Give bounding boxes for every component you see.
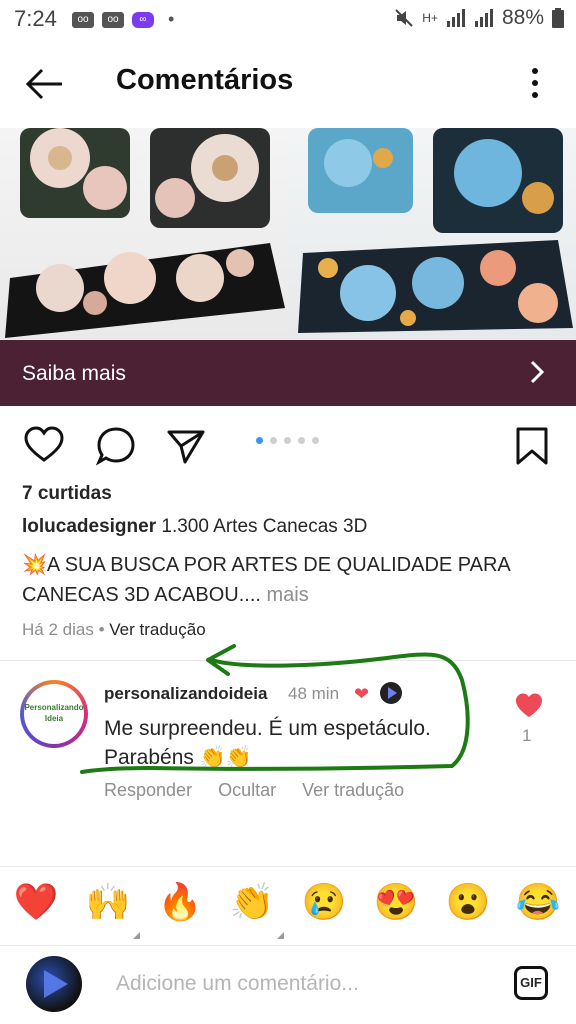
emoji-heart[interactable]: ❤️ (12, 881, 60, 929)
quick-emoji-bar: ❤️ 🙌 🔥 👏 😢 😍 😮 😂 (0, 867, 576, 945)
comment-text: Me surpreendeu. É um espetáculo. Parabén… (104, 717, 431, 769)
post-meta: Há 2 dias • Ver tradução (22, 620, 206, 640)
more-notifications-icon: • (168, 9, 175, 29)
carousel-indicator (256, 437, 319, 444)
carousel-dot (256, 437, 263, 444)
like-heart-icon[interactable] (24, 426, 64, 466)
emoji-heart-eyes[interactable]: 😍 (372, 881, 420, 929)
post-username[interactable]: lolucadesigner (22, 516, 156, 537)
app-notification-icon: ∞ (132, 11, 154, 28)
caption-title: 1.300 Artes Canecas 3D (156, 516, 368, 537)
emoji-raised-hands[interactable]: 🙌 (84, 881, 140, 939)
emoji-crying[interactable]: 😢 (300, 881, 348, 929)
mug-design-image-rose (0, 128, 288, 340)
learn-more-label: Saiba mais (22, 362, 126, 385)
comment-time: 48 min (288, 684, 340, 703)
comment-composer: Adicione um comentário... GIF (0, 946, 576, 1024)
emoji-fire[interactable]: 🔥 (156, 881, 204, 929)
save-bookmark-icon[interactable] (512, 426, 552, 466)
app-bar: Comentários (0, 40, 576, 126)
status-left-icons: oo oo ∞ • (72, 9, 174, 30)
gif-button[interactable]: GIF (514, 966, 548, 1000)
caption-more-link[interactable]: mais (261, 584, 309, 606)
page-title: Comentários (116, 64, 294, 96)
signal-icon (446, 9, 465, 27)
battery-icon (552, 8, 564, 28)
post-time: Há 2 dias (22, 620, 94, 639)
signal-icon-2 (474, 9, 493, 27)
comment-input[interactable]: Adicione um comentário... (116, 972, 359, 996)
comment-like-heart-icon[interactable] (515, 692, 543, 720)
author-liked-heart-icon: ❤ (354, 684, 370, 704)
learn-more-banner[interactable]: Saiba mais (0, 340, 576, 406)
network-type: H+ (422, 11, 438, 25)
reply-button[interactable]: Responder (104, 780, 192, 801)
like-count[interactable]: 7 curtidas (22, 483, 112, 505)
carousel-dot (270, 437, 277, 444)
carousel-dot (312, 437, 319, 444)
emoji-clapping[interactable]: 👏 (228, 881, 284, 939)
comment-like-count: 1 (522, 726, 532, 745)
post-translate-link[interactable]: Ver tradução (109, 620, 205, 639)
status-bar: 7:24 oo oo ∞ • H+ 88% (0, 0, 576, 40)
carousel-dot (284, 437, 291, 444)
emoji-surprised[interactable]: 😮 (444, 881, 492, 929)
chevron-right-icon (530, 360, 544, 384)
voicemail-icon: oo (72, 11, 94, 28)
commenter-username[interactable]: personalizandoideia (104, 684, 267, 704)
status-time: 7:24 (14, 6, 57, 31)
meta-separator: • (98, 620, 110, 639)
carousel-dot (298, 437, 305, 444)
divider (0, 660, 576, 661)
commenter-avatar-logo: Personalizando Ideia (24, 684, 84, 744)
comment-item: Personalizando Ideia personalizandoideia… (0, 662, 576, 862)
comment-bubble-icon[interactable] (96, 426, 136, 466)
current-user-avatar (26, 956, 82, 1012)
author-profile-badge-icon (380, 682, 402, 704)
post-image-carousel[interactable] (0, 128, 576, 340)
status-right-icons: H+ 88% (394, 6, 564, 30)
voicemail-icon-2: oo (102, 11, 124, 28)
caption-body: 💥A SUA BUSCA POR ARTES DE QUALIDADE PARA… (22, 550, 552, 610)
hide-button[interactable]: Ocultar (218, 780, 276, 801)
commenter-avatar[interactable]: Personalizando Ideia (20, 680, 88, 748)
emoji-laughing[interactable]: 😂 (514, 881, 562, 929)
battery-percent: 88% (501, 6, 544, 29)
mug-design-image-blue (288, 128, 576, 340)
comment-actions: Responder Ocultar Ver tradução (104, 780, 404, 801)
comment-translate-link[interactable]: Ver tradução (302, 780, 404, 801)
back-arrow-icon[interactable] (22, 62, 66, 106)
more-options-icon[interactable] (532, 68, 540, 102)
mute-icon (395, 9, 413, 27)
share-send-icon[interactable] (166, 426, 206, 466)
caption-header: lolucadesigner 1.300 Artes Canecas 3D (22, 516, 367, 538)
